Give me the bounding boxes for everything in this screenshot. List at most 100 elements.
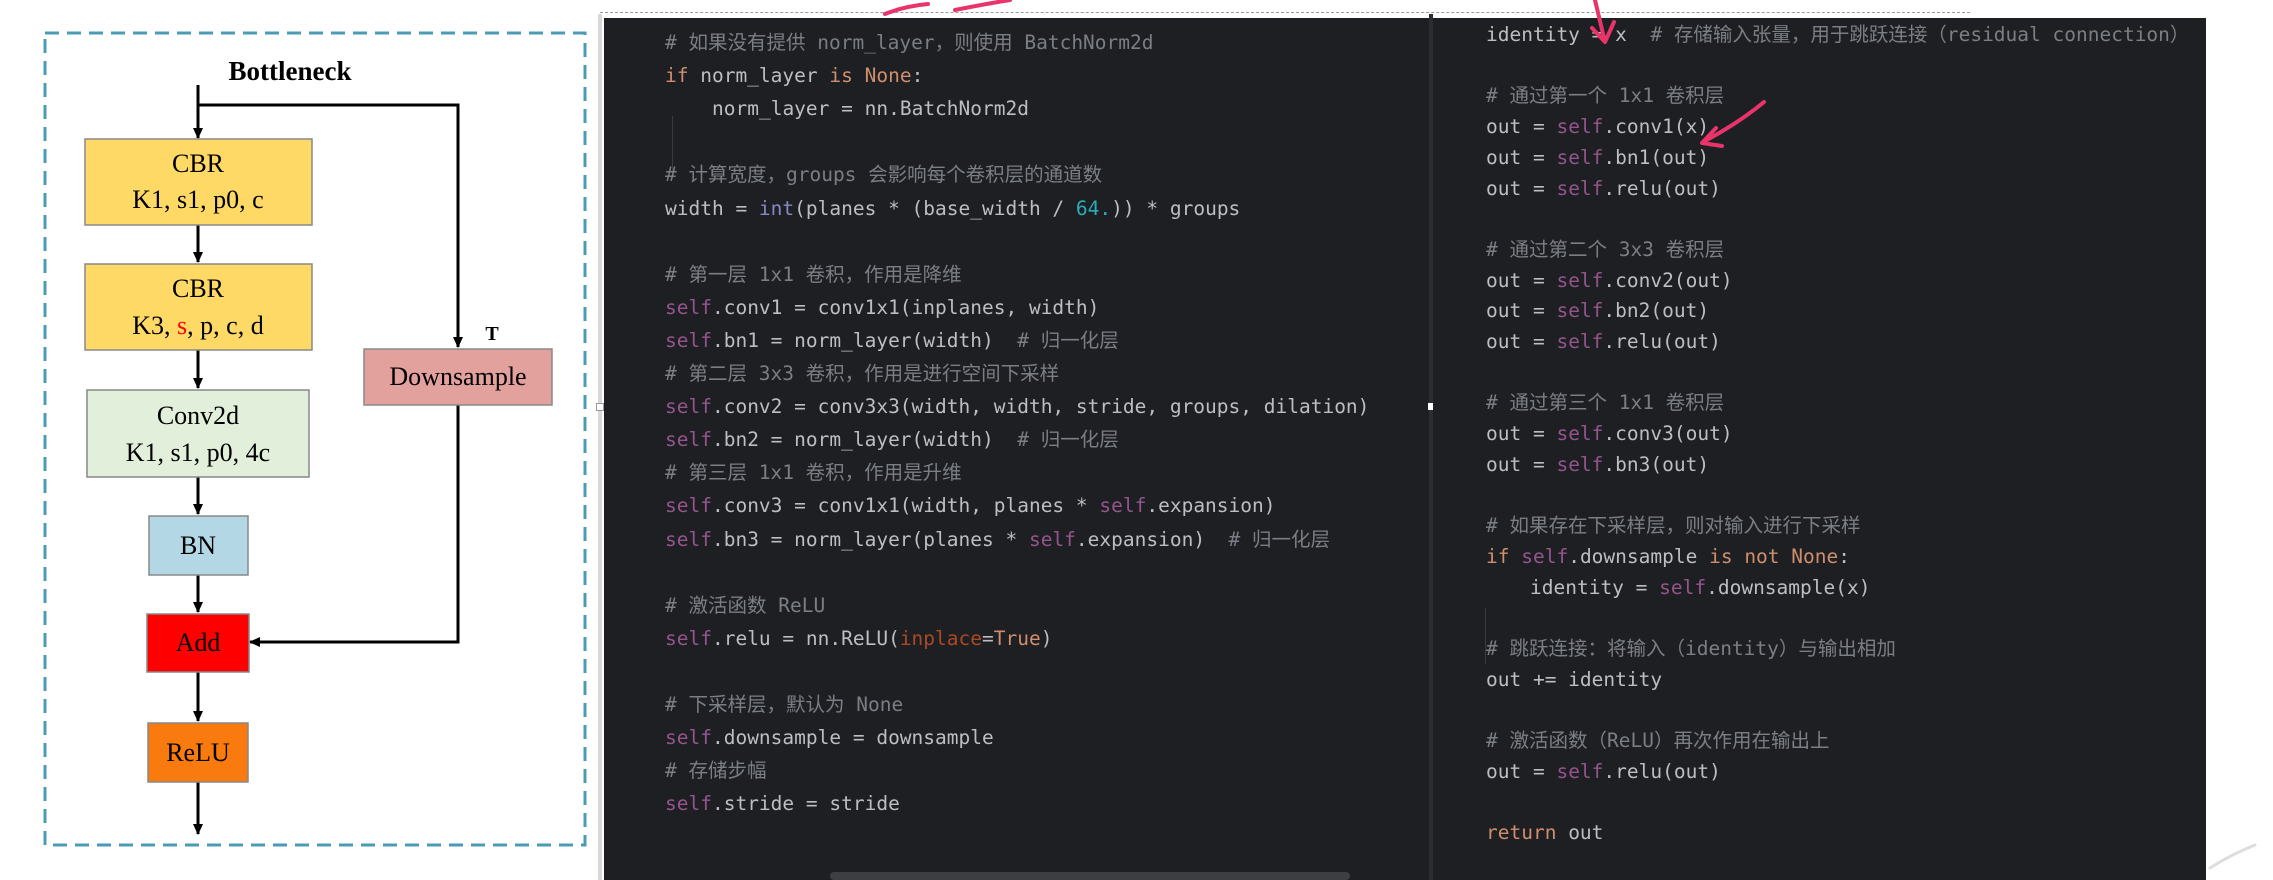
code-token: self — [665, 494, 712, 518]
code-token: self — [1556, 759, 1604, 783]
code-token: out = — [1486, 145, 1557, 169]
code-line[interactable]: # 第三层 1x1 卷积，作用是升维 — [665, 458, 962, 488]
code-line[interactable]: # 第一层 1x1 卷积，作用是降维 — [665, 260, 962, 290]
code-line[interactable]: # 第二层 3x3 卷积，作用是进行空间下采样 — [665, 359, 1059, 389]
code-token: .bn2 = norm_layer(width) — [711, 428, 994, 452]
code-token: out = — [1486, 759, 1557, 783]
code-line[interactable]: # 下采样层，默认为 None — [665, 690, 903, 720]
code-line[interactable]: self.bn1 = norm_layer(width) # 归一化层 — [665, 326, 1119, 356]
code-token: # 通过第二个 3x3 卷积层 — [1486, 237, 1725, 261]
code-token: .downsample(x) — [1706, 575, 1871, 599]
code-line[interactable]: # 通过第三个 1x1 卷积层 — [1486, 388, 1724, 418]
code-line[interactable]: if norm_layer is None: — [665, 61, 923, 91]
code-line[interactable]: return out — [1486, 818, 1603, 848]
code-line[interactable]: # 激活函数 ReLU — [665, 591, 825, 621]
cbr2-box: CBR K3, s, p, c, d — [84, 263, 313, 351]
code-line[interactable]: self.bn2 = norm_layer(width) # 归一化层 — [665, 425, 1119, 455]
conv2d-box: Conv2d K1, s1, p0, 4c — [86, 389, 310, 478]
code-token: self — [1099, 494, 1147, 518]
divider-handle-left[interactable] — [596, 403, 604, 411]
code-token: .relu = nn.ReLU( — [711, 626, 900, 650]
code-token: .bn1(out) — [1603, 145, 1710, 169]
code-line[interactable]: out = self.bn3(out) — [1486, 450, 1709, 480]
annotation-faint-stroke — [2208, 843, 2257, 870]
code-line[interactable]: # 存储步幅 — [665, 756, 766, 786]
code-line[interactable]: identity = x # 存储输入张量，用于跳跃连接（residual co… — [1486, 20, 2189, 50]
code-token: out = — [1486, 452, 1557, 476]
code-token: norm_layer = nn.BatchNorm2d — [712, 97, 1029, 121]
cbr1-title: CBR — [172, 149, 225, 178]
code-line[interactable]: out = self.relu(out) — [1486, 757, 1721, 787]
code-token: # 归一化层 — [993, 428, 1119, 452]
code-line[interactable]: out = self.conv3(out) — [1486, 419, 1733, 449]
code-line[interactable]: self.conv3 = conv1x1(width, planes * sel… — [665, 491, 1276, 521]
code-line[interactable]: self.conv2 = conv3x3(width, width, strid… — [665, 392, 1369, 422]
code-line[interactable]: self.bn3 = norm_layer(planes * self.expa… — [665, 525, 1330, 555]
code-token: .conv3(out) — [1603, 422, 1733, 446]
code-token: self — [1028, 527, 1076, 551]
panel-gap — [598, 14, 602, 880]
cbr1-box: CBR K1, s1, p0, c — [84, 138, 313, 226]
cbr2-title: CBR — [172, 274, 225, 303]
code-panel-init: # 如果没有提供 norm_layer，则使用 BatchNorm2d if no… — [604, 18, 1429, 880]
code-token: .stride = stride — [711, 792, 900, 816]
code-line[interactable]: # 通过第一个 1x1 卷积层 — [1486, 81, 1724, 111]
code-line[interactable]: norm_layer = nn.BatchNorm2d — [712, 94, 1029, 124]
downsample-box: Downsample — [363, 348, 553, 406]
code-line[interactable]: out = self.relu(out) — [1486, 327, 1721, 357]
code-line[interactable]: self.relu = nn.ReLU(inplace=True) — [665, 624, 1052, 654]
code-token: .relu(out) — [1603, 759, 1721, 783]
code-line[interactable]: out = self.relu(out) — [1486, 174, 1721, 204]
code-token: # 第一层 1x1 卷积，作用是降维 — [665, 262, 962, 286]
code-token: identity = x — [1486, 23, 1627, 46]
code-token: self — [665, 428, 712, 452]
code-token: self — [665, 792, 712, 816]
code-line[interactable]: self.stride = stride — [665, 789, 900, 819]
code-token: self — [1556, 299, 1604, 323]
code-line[interactable]: width = int(planes * (base_width / 64.))… — [665, 194, 1240, 224]
code-token: ) — [1040, 626, 1053, 650]
code-line[interactable]: out = self.bn1(out) — [1486, 143, 1709, 173]
code-token: self — [1556, 422, 1604, 446]
code-line[interactable]: if self.downsample is not None: — [1486, 542, 1850, 572]
code-token: is — [829, 64, 853, 88]
code-token: None — [864, 64, 912, 88]
code-token: self — [665, 626, 712, 650]
code-token: out = — [1486, 176, 1557, 200]
code-token: # 存储输入张量，用于跳跃连接（residual connection） — [1626, 23, 2190, 46]
code-line[interactable]: # 如果没有提供 norm_layer，则使用 BatchNorm2d — [665, 28, 1154, 58]
code-token: # 下采样层，默认为 None — [665, 693, 904, 716]
code-line[interactable]: identity = self.downsample(x) — [1530, 573, 1870, 603]
code-line[interactable]: out += identity — [1486, 665, 1662, 695]
horizontal-scrollbar[interactable] — [830, 872, 1350, 880]
cbr2-params: K3, s, p, c, d — [132, 311, 263, 340]
code-line[interactable]: # 激活函数（ReLU）再次作用在输出上 — [1486, 726, 1829, 756]
bn-box: BN — [148, 515, 249, 576]
bn-label: BN — [180, 531, 216, 560]
code-token: .conv2(out) — [1603, 268, 1733, 292]
code-token: : — [911, 64, 924, 88]
code-token: .expansion) — [1146, 494, 1276, 518]
code-line[interactable]: out = self.conv1(x) — [1486, 112, 1709, 142]
code-token: out — [1556, 821, 1604, 845]
add-label: Add — [176, 628, 221, 657]
code-token: = — [982, 626, 994, 650]
cbr1-params: K1, s1, p0, c — [132, 185, 263, 214]
code-line[interactable]: # 计算宽度，groups 会影响每个卷积层的通道数 — [665, 160, 1102, 190]
code-line[interactable]: # 如果存在下采样层，则对输入进行下采样 — [1486, 511, 1860, 541]
conv2d-params: K1, s1, p0, 4c — [126, 438, 270, 467]
code-token: .bn1 = norm_layer(width) — [711, 328, 994, 352]
code-token: 64. — [1075, 196, 1112, 220]
code-line[interactable]: self.downsample = downsample — [665, 723, 994, 753]
code-token: identity = — [1530, 575, 1660, 599]
code-line[interactable]: # 通过第二个 3x3 卷积层 — [1486, 235, 1724, 265]
code-token: # 第三层 1x1 卷积，作用是升维 — [665, 461, 962, 485]
code-line[interactable]: out = self.bn2(out) — [1486, 296, 1709, 326]
code-token: self — [1556, 330, 1604, 353]
code-line[interactable]: self.conv1 = conv1x1(inplanes, width) — [665, 293, 1099, 323]
diagram-title: Bottleneck — [229, 56, 352, 86]
code-token: .downsample = downsample — [711, 726, 994, 750]
code-line[interactable]: out = self.conv2(out) — [1486, 266, 1733, 296]
code-line[interactable]: # 跳跃连接：将输入（identity）与输出相加 — [1486, 634, 1896, 664]
